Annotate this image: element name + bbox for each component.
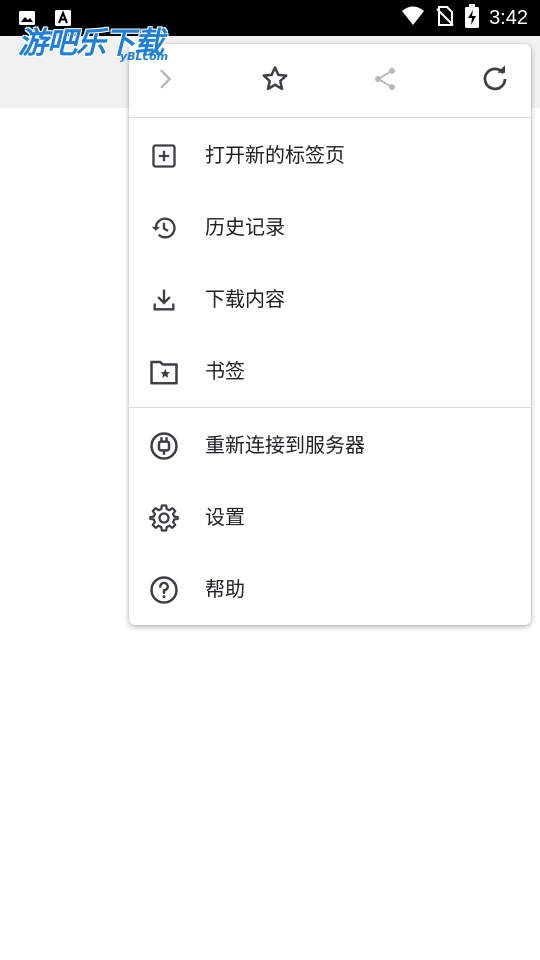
menu-item-help[interactable]: 帮助 bbox=[129, 553, 531, 625]
menu-divider bbox=[129, 407, 531, 408]
gear-icon bbox=[149, 503, 179, 533]
menu-item-label: 下载内容 bbox=[205, 287, 285, 311]
bookmark-button[interactable] bbox=[259, 65, 291, 97]
menu-item-label: 打开新的标签页 bbox=[205, 143, 345, 167]
menu-item-label: 历史记录 bbox=[205, 215, 285, 239]
add-box-icon bbox=[149, 141, 179, 171]
battery-charging-icon bbox=[465, 4, 480, 32]
menu-item-settings[interactable]: 设置 bbox=[129, 481, 531, 553]
status-time: 3:42 bbox=[489, 6, 528, 29]
no-sim-icon bbox=[435, 5, 455, 31]
menu-item-label: 帮助 bbox=[205, 577, 245, 601]
menu-action-bar bbox=[129, 44, 531, 118]
menu-item-new-tab[interactable]: 打开新的标签页 bbox=[129, 119, 531, 191]
download-icon bbox=[149, 285, 179, 315]
help-icon bbox=[149, 575, 179, 605]
forward-button[interactable] bbox=[149, 65, 181, 97]
menu-item-label: 重新连接到服务器 bbox=[205, 433, 365, 457]
menu-item-bookmarks[interactable]: 书签 bbox=[129, 335, 531, 407]
status-icons: 3:42 bbox=[401, 0, 528, 36]
menu-item-reconnect[interactable]: 重新连接到服务器 bbox=[129, 409, 531, 481]
chevron-right-icon bbox=[151, 65, 179, 97]
menu-item-label: 设置 bbox=[205, 505, 245, 529]
history-icon bbox=[149, 213, 179, 243]
watermark-logo: 游吧乐下载 yBLcom bbox=[18, 18, 188, 68]
wifi-icon bbox=[401, 6, 425, 30]
menu-item-label: 书签 bbox=[205, 359, 245, 383]
star-outline-icon bbox=[260, 64, 290, 98]
share-button[interactable] bbox=[369, 65, 401, 97]
menu-item-downloads[interactable]: 下载内容 bbox=[129, 263, 531, 335]
overflow-menu: 打开新的标签页 历史记录 下载内容 书签 重新连接到服务器 设置 帮助 bbox=[129, 44, 531, 625]
menu-item-history[interactable]: 历史记录 bbox=[129, 191, 531, 263]
plug-icon bbox=[149, 431, 179, 461]
refresh-icon bbox=[480, 64, 510, 98]
reload-button[interactable] bbox=[479, 65, 511, 97]
share-icon bbox=[371, 65, 399, 97]
watermark-subtext: yBLcom bbox=[120, 50, 169, 63]
bookmark-folder-icon bbox=[149, 357, 179, 387]
